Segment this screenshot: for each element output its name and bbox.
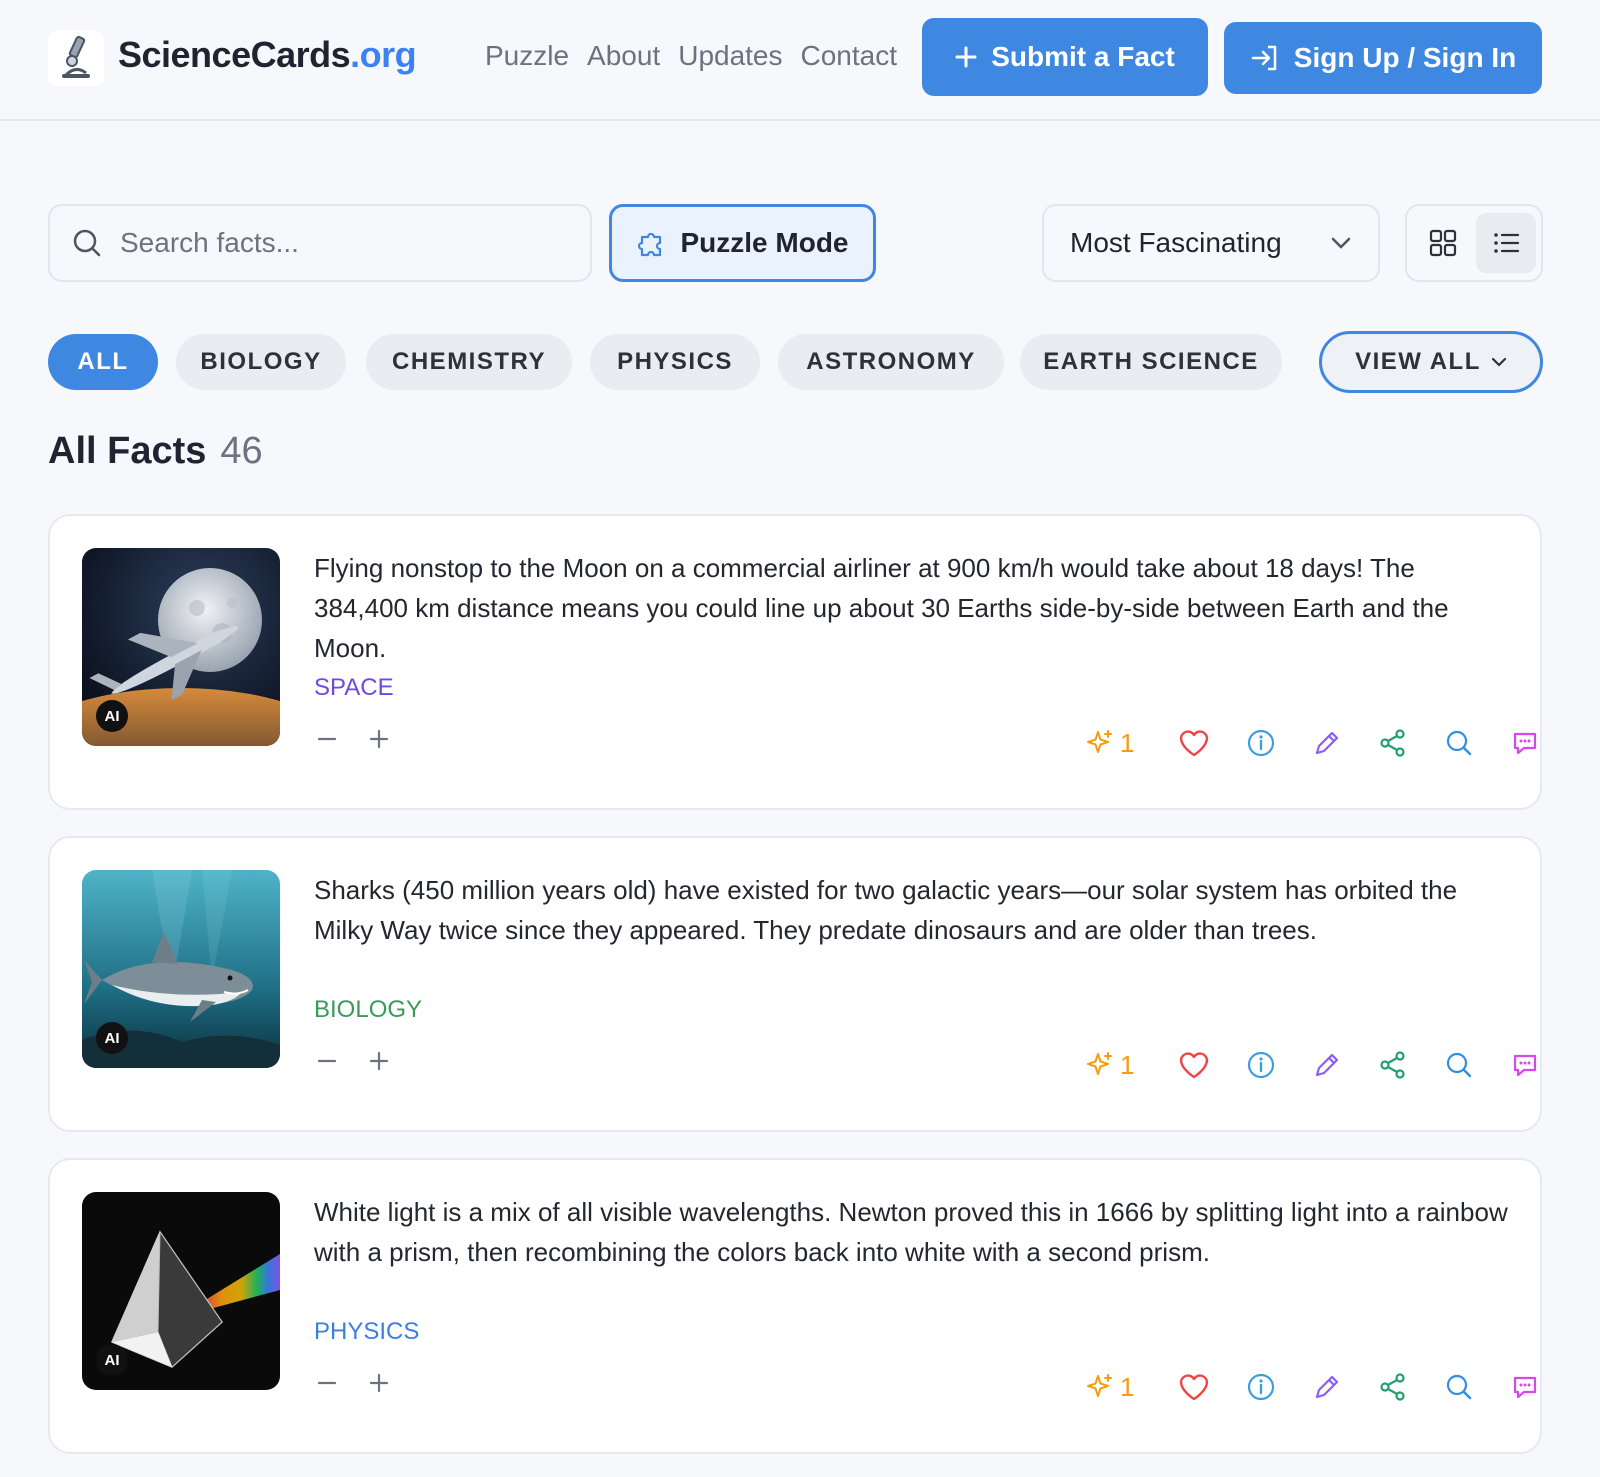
- sparkle-icon: [1087, 1374, 1112, 1397]
- fact-category[interactable]: PHYSICS: [314, 1318, 419, 1346]
- search-icon[interactable]: [1444, 726, 1474, 760]
- sparkle-icon: [1087, 730, 1112, 753]
- share-icon[interactable]: [1378, 726, 1408, 760]
- filter-physics[interactable]: PHYSICS: [590, 334, 760, 390]
- fascinating-button[interactable]: 1: [1086, 726, 1134, 760]
- filter-all[interactable]: ALL: [48, 334, 158, 390]
- grid-view-button[interactable]: [1413, 213, 1473, 273]
- plus-icon[interactable]: [366, 1370, 392, 1396]
- fact-image-shark[interactable]: AI: [82, 870, 280, 1068]
- puzzle-mode-button[interactable]: Puzzle Mode: [609, 204, 876, 282]
- share-icon[interactable]: [1378, 1048, 1408, 1082]
- minus-icon[interactable]: [314, 726, 340, 752]
- main-nav: Puzzle About Updates Contact: [485, 40, 897, 72]
- search-icon[interactable]: [1444, 1048, 1474, 1082]
- sparkle-icon: [1087, 1052, 1112, 1075]
- plus-icon: [955, 46, 977, 68]
- edit-pencil-icon[interactable]: [1312, 1048, 1342, 1082]
- info-icon[interactable]: [1246, 1048, 1276, 1082]
- comment-icon[interactable]: [1510, 1048, 1540, 1082]
- fact-card: AI Flying nonstop to the Moon on a comme…: [48, 514, 1542, 810]
- brand-name[interactable]: ScienceCards.org: [118, 34, 417, 76]
- facts-count: 46: [220, 430, 263, 472]
- fact-text: Flying nonstop to the Moon on a commerci…: [314, 553, 1449, 663]
- info-icon[interactable]: [1246, 726, 1276, 760]
- sign-in-button[interactable]: Sign Up / Sign In: [1224, 22, 1542, 94]
- fact-category[interactable]: BIOLOGY: [314, 996, 422, 1024]
- fact-card: AI White light is a mix of all visible w…: [48, 1158, 1542, 1454]
- text-size-stepper: [314, 1370, 392, 1396]
- nav-updates[interactable]: Updates: [678, 40, 782, 72]
- minus-icon[interactable]: [314, 1370, 340, 1396]
- site-header: ScienceCards.org Puzzle About Updates Co…: [0, 0, 1600, 121]
- view-toggle: [1405, 204, 1543, 282]
- ai-badge: AI: [96, 1344, 128, 1376]
- nav-contact[interactable]: Contact: [801, 40, 898, 72]
- heart-icon[interactable]: [1178, 1370, 1210, 1404]
- fascinating-button[interactable]: 1: [1086, 1048, 1134, 1082]
- list-view-button[interactable]: [1475, 213, 1536, 273]
- heart-icon[interactable]: [1178, 1048, 1210, 1082]
- comment-icon[interactable]: [1510, 1370, 1540, 1404]
- share-icon[interactable]: [1378, 1370, 1408, 1404]
- search-input[interactable]: [118, 226, 562, 260]
- heart-icon[interactable]: [1178, 726, 1210, 760]
- filter-biology[interactable]: BIOLOGY: [176, 334, 346, 390]
- login-icon: [1251, 45, 1277, 71]
- ai-badge: AI: [96, 1022, 128, 1054]
- search-icon[interactable]: [1444, 1370, 1474, 1404]
- list-icon: [1493, 233, 1519, 253]
- filter-earth-science[interactable]: EARTH SCIENCE: [1020, 334, 1282, 390]
- comment-icon[interactable]: [1510, 726, 1540, 760]
- facts-heading: All Facts 46: [48, 430, 263, 472]
- grid-icon: [1429, 229, 1456, 257]
- minus-icon[interactable]: [314, 1048, 340, 1074]
- ai-badge: AI: [96, 700, 128, 732]
- fact-image-prism[interactable]: AI: [82, 1192, 280, 1390]
- filter-astronomy[interactable]: ASTRONOMY: [778, 334, 1004, 390]
- text-size-stepper: [314, 1048, 392, 1074]
- filter-chemistry[interactable]: CHEMISTRY: [366, 334, 572, 390]
- search-box: [48, 204, 592, 282]
- view-all-filters-button[interactable]: VIEW ALL: [1319, 331, 1543, 393]
- puzzle-icon: [638, 232, 662, 257]
- submit-fact-button[interactable]: Submit a Fact: [922, 18, 1208, 96]
- plus-icon[interactable]: [366, 1048, 392, 1074]
- chevron-down-icon: [1491, 357, 1506, 367]
- search-icon: [73, 229, 101, 257]
- microscope-logo-icon[interactable]: [48, 30, 104, 86]
- sort-select[interactable]: Most Fascinating: [1042, 204, 1380, 282]
- fact-card: AI Sharks (450 million years old) have e…: [48, 836, 1542, 1132]
- fact-image-moon-airplane[interactable]: AI: [82, 548, 280, 746]
- fact-text: Sharks (450 million years old) have exis…: [314, 875, 1458, 945]
- info-icon[interactable]: [1246, 1370, 1276, 1404]
- text-size-stepper: [314, 726, 392, 752]
- edit-pencil-icon[interactable]: [1312, 726, 1342, 760]
- fact-text: White light is a mix of all visible wave…: [314, 1197, 1508, 1267]
- plus-icon[interactable]: [366, 726, 392, 752]
- chevron-down-icon: [1331, 237, 1351, 249]
- edit-pencil-icon[interactable]: [1312, 1370, 1342, 1404]
- nav-puzzle[interactable]: Puzzle: [485, 40, 569, 72]
- nav-about[interactable]: About: [587, 40, 660, 72]
- fascinating-button[interactable]: 1: [1086, 1370, 1134, 1404]
- fact-category[interactable]: SPACE: [314, 674, 394, 702]
